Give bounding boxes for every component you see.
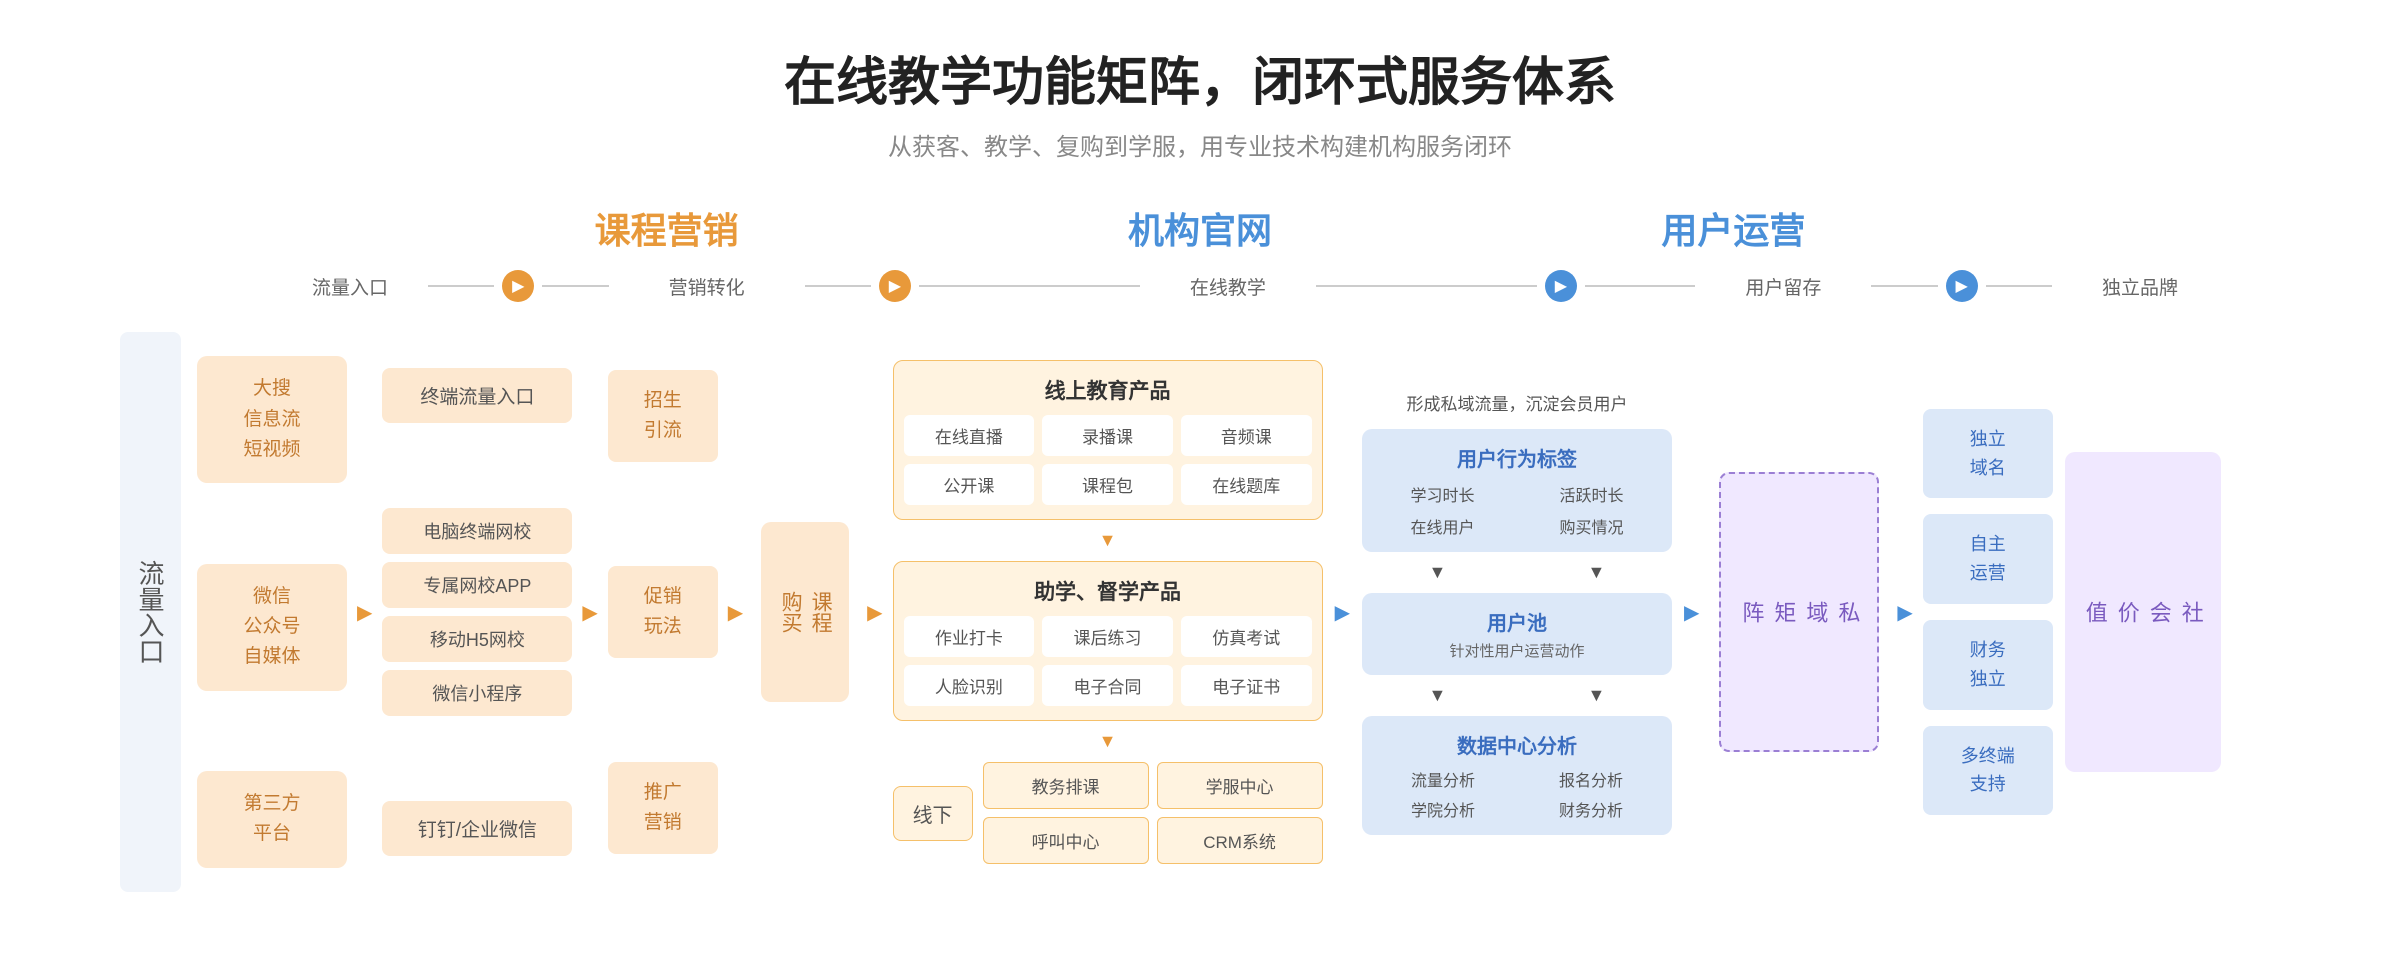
flow-label-traffic: 流量入口	[280, 273, 420, 300]
traffic-source-3: 第三方 平台	[197, 771, 347, 868]
sup-item-4: 电子合同	[1042, 665, 1173, 706]
down-arrow-4a: ▼	[1362, 685, 1513, 706]
flow-label-online: 在线教学	[1148, 273, 1308, 300]
convert-item-3: 推广 营销	[608, 762, 718, 855]
marketing-item-3: 专属网校APP	[382, 562, 572, 608]
arrow-circle-2: ▶	[879, 270, 911, 302]
sup-item-2: 仿真考试	[1181, 616, 1312, 657]
arrow-circle-3: ▶	[1545, 270, 1577, 302]
marketing-item-2: 电脑终端网校	[382, 508, 572, 554]
brand-item-1: 自主 运营	[1923, 514, 2053, 604]
user-retention-section: 形成私域流量，沉淀会员用户 用户行为标签 学习时长 活跃时长 在线用户 购买情况…	[1362, 332, 1672, 892]
behavior-item-3: 购买情况	[1521, 514, 1662, 538]
arrow-1: ▶	[357, 600, 372, 625]
offline-item-2: 呼叫中心	[983, 817, 1149, 864]
private-domain-box: 私 域 矩 阵	[1719, 472, 1879, 752]
marketing-col: 终端流量入口 电脑终端网校 专属网校APP 移动H5网校 微信小程序 钉钉/企业…	[382, 332, 572, 892]
arrow-6: ▶	[1684, 600, 1699, 625]
edu-item-0: 在线直播	[904, 415, 1035, 456]
offline-item-0: 教务排课	[983, 762, 1149, 809]
user-pool-title: 用户池	[1372, 607, 1662, 636]
offline-item-3: CRM系统	[1157, 817, 1323, 864]
data-analysis-section: 数据中心分析 流量分析 报名分析 学院分析 财务分析	[1362, 716, 1672, 835]
behavior-item-0: 学习时长	[1372, 482, 1513, 506]
independent-brand-col: 独立 域名 自主 运营 财务 独立 多终端 支持	[1923, 332, 2053, 892]
marketing-item-4: 移动H5网校	[382, 616, 572, 662]
traffic-source-2: 微信 公众号 自媒体	[197, 564, 347, 691]
arrow-circle-1: ▶	[502, 270, 534, 302]
arrow-3: ▶	[728, 600, 743, 625]
online-edu-section: 线上教育产品 在线直播 录播课 音频课 公开课 课程包 在线题库 ▼ 助学、督学…	[893, 332, 1323, 892]
offline-item-1: 学服中心	[1157, 762, 1323, 809]
behavior-title: 用户行为标签	[1372, 443, 1662, 472]
edu-item-2: 音频课	[1181, 415, 1312, 456]
marketing-item-5: 微信小程序	[382, 670, 572, 716]
behavior-item-1: 活跃时长	[1521, 482, 1662, 506]
data-item-0: 流量分析	[1372, 767, 1514, 791]
data-item-2: 学院分析	[1372, 797, 1514, 821]
offline-label: 线下	[893, 786, 973, 841]
arrow-5: ▶	[1335, 600, 1350, 625]
convert-col: 招生 引流 促销 玩法 推广 营销	[608, 332, 718, 892]
arrow-circle-4: ▶	[1946, 270, 1978, 302]
marketing-group: 电脑终端网校 专属网校APP 移动H5网校 微信小程序	[382, 508, 572, 716]
marketing-item-6: 钉钉/企业微信	[382, 801, 572, 856]
sup-item-0: 作业打卡	[904, 616, 1035, 657]
down-arrow-3a: ▼	[1362, 562, 1513, 583]
user-pool-section: 用户池 针对性用户运营动作	[1362, 593, 1672, 675]
section-marketing: 课程营销	[400, 202, 933, 254]
flow-label-brand: 独立品牌	[2060, 273, 2220, 300]
data-item-1: 报名分析	[1520, 767, 1662, 791]
traffic-source-1: 大搜 信息流 短视频	[197, 356, 347, 483]
page-subtitle: 从获客、教学、复购到学服，用专业技术构建机构服务闭环	[60, 127, 2340, 162]
sup-item-5: 电子证书	[1181, 665, 1312, 706]
down-arrow-3b: ▼	[1521, 562, 1672, 583]
behavior-tag-section: 用户行为标签 学习时长 活跃时长 在线用户 购买情况	[1362, 429, 1672, 552]
edu-item-1: 录播课	[1042, 415, 1173, 456]
page-container: 在线教学功能矩阵，闭环式服务体系 从获客、教学、复购到学服，用专业技术构建机构服…	[0, 0, 2400, 952]
convert-item-2: 促销 玩法	[608, 566, 718, 659]
arrow-7: ▶	[1897, 600, 1912, 625]
section-official: 机构官网	[933, 202, 1466, 254]
data-item-3: 财务分析	[1520, 797, 1662, 821]
down-arrow-4b: ▼	[1521, 685, 1672, 706]
behavior-item-2: 在线用户	[1372, 514, 1513, 538]
page-title: 在线教学功能矩阵，闭环式服务体系	[60, 40, 2340, 115]
left-label-traffic: 流量入口	[120, 332, 181, 892]
sup-item-3: 人脸识别	[904, 665, 1035, 706]
convert-item-1: 招生 引流	[608, 370, 718, 463]
brand-item-0: 独立 域名	[1923, 409, 2053, 499]
social-value-box: 社 会 价 值	[2065, 452, 2221, 772]
edu-item-3: 公开课	[904, 464, 1035, 505]
retention-text: 形成私域流量，沉淀会员用户	[1362, 390, 1672, 415]
online-products-title: 线上教育产品	[904, 375, 1312, 405]
flow-label-convert: 营销转化	[617, 273, 797, 300]
down-arrow-1: ▼	[893, 530, 1323, 551]
header: 在线教学功能矩阵，闭环式服务体系 从获客、教学、复购到学服，用专业技术构建机构服…	[60, 40, 2340, 162]
online-products-box: 线上教育产品 在线直播 录播课 音频课 公开课 课程包 在线题库	[893, 360, 1323, 520]
data-analysis-title: 数据中心分析	[1372, 730, 1662, 759]
section-user-ops: 用户运营	[1467, 202, 2000, 254]
arrow-2: ▶	[582, 600, 597, 625]
edu-item-5: 在线题库	[1181, 464, 1312, 505]
brand-item-2: 财务 独立	[1923, 620, 2053, 710]
course-buy-box: 课程 购买	[761, 522, 849, 702]
marketing-item-1: 终端流量入口	[382, 368, 572, 423]
edu-item-4: 课程包	[1042, 464, 1173, 505]
supervision-box: 助学、督学产品 作业打卡 课后练习 仿真考试 人脸识别 电子合同 电子证书	[893, 561, 1323, 721]
traffic-sources-col: 大搜 信息流 短视频 微信 公众号 自媒体 第三方 平台	[197, 332, 347, 892]
sup-item-1: 课后练习	[1042, 616, 1173, 657]
brand-item-3: 多终端 支持	[1923, 726, 2053, 816]
arrow-4: ▶	[867, 600, 882, 625]
down-arrow-2: ▼	[893, 731, 1323, 752]
supervision-title: 助学、督学产品	[904, 576, 1312, 606]
flow-label-retention: 用户留存	[1703, 273, 1863, 300]
user-pool-sub: 针对性用户运营动作	[1372, 640, 1662, 661]
